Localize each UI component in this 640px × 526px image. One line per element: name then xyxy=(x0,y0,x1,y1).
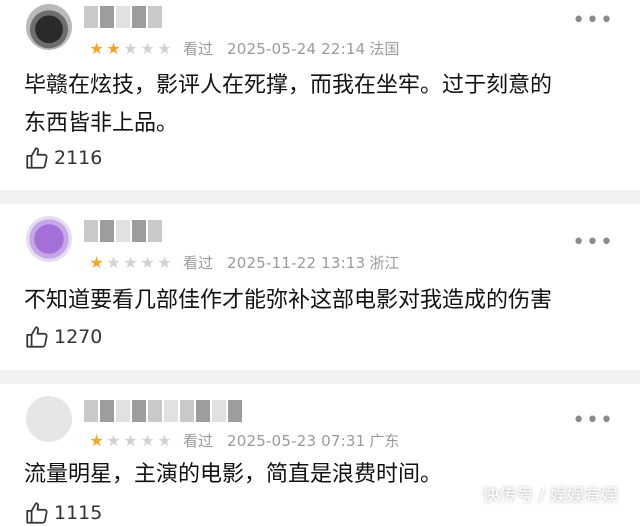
comment-text: 不知道要看几部佳作才能弥补这部电影对我造成的伤害 xyxy=(24,282,624,320)
star-icon: ★ xyxy=(157,38,172,58)
rating-stars: ★ ★ ★ ★ ★ xyxy=(88,252,173,272)
avatar[interactable] xyxy=(26,4,72,50)
comment-location: 广东 xyxy=(369,432,400,450)
more-dots-icon[interactable]: ••• xyxy=(572,230,614,255)
star-icon: ★ xyxy=(89,430,104,450)
star-icon: ★ xyxy=(106,430,121,450)
watched-label: 看过 xyxy=(183,40,214,58)
star-icon: ★ xyxy=(89,38,104,58)
star-icon: ★ xyxy=(89,252,104,272)
comment-location: 浙江 xyxy=(369,254,400,272)
comment-location: 法国 xyxy=(369,40,400,58)
username-blurred[interactable] xyxy=(84,6,164,28)
divider xyxy=(0,370,640,384)
comment-text-line: 不知道要看几部佳作才能弥补这部电影对我造成的伤害 xyxy=(24,288,553,313)
like-count: 1115 xyxy=(54,502,103,524)
rating-stars: ★ ★ ★ ★ ★ xyxy=(88,430,173,450)
comment-text-line: 东西皆非上品。 xyxy=(24,111,179,136)
comment-meta: ★ ★ ★ ★ ★ 看过 2025-05-24 22:14 法国 xyxy=(88,38,399,59)
watched-label: 看过 xyxy=(183,432,214,450)
star-icon: ★ xyxy=(157,430,172,450)
comment-date: 2025-05-23 07:31 xyxy=(227,431,366,450)
like-count: 1270 xyxy=(54,326,103,348)
thumbs-up-icon xyxy=(26,147,48,169)
comment-text-line: 毕赣在炫技，影评人在死撑，而我在坐牢。过于刻意的 xyxy=(24,73,553,98)
star-icon: ★ xyxy=(157,252,172,272)
star-icon: ★ xyxy=(123,430,138,450)
more-dots-icon[interactable]: ••• xyxy=(572,408,614,433)
star-icon: ★ xyxy=(140,38,155,58)
comment-card-2: ••• ★ ★ ★ ★ ★ 看过 2025-11-22 13:13 浙江 不知道要看几部… xyxy=(0,204,640,370)
watched-label: 看过 xyxy=(183,254,214,272)
star-icon: ★ xyxy=(106,38,121,58)
like-button[interactable]: 2116 xyxy=(24,145,102,171)
watermark: 快传号 / 娱娱有娱 xyxy=(482,486,618,506)
star-icon: ★ xyxy=(106,252,121,272)
rating-stars: ★ ★ ★ ★ ★ xyxy=(88,38,173,58)
comment-text: 毕赣在炫技，影评人在死撑，而我在坐牢。过于刻意的 东西皆非上品。 xyxy=(24,67,624,143)
comment-meta: ★ ★ ★ ★ ★ 看过 2025-05-23 07:31 广东 xyxy=(88,430,399,451)
comment-date: 2025-05-24 22:14 xyxy=(227,39,366,58)
divider xyxy=(0,190,640,204)
more-dots-icon[interactable]: ••• xyxy=(572,8,614,33)
avatar[interactable] xyxy=(26,396,72,442)
like-button[interactable]: 1270 xyxy=(24,324,102,350)
thumbs-up-icon xyxy=(26,326,48,348)
star-icon: ★ xyxy=(140,252,155,272)
star-icon: ★ xyxy=(123,252,138,272)
comment-date: 2025-11-22 13:13 xyxy=(227,253,366,272)
like-count: 2116 xyxy=(54,147,103,169)
avatar[interactable] xyxy=(26,216,72,262)
star-icon: ★ xyxy=(140,430,155,450)
username-blurred[interactable] xyxy=(84,220,164,242)
comment-meta: ★ ★ ★ ★ ★ 看过 2025-11-22 13:13 浙江 xyxy=(88,252,399,273)
star-icon: ★ xyxy=(123,38,138,58)
like-button[interactable]: 1115 xyxy=(24,500,102,526)
thumbs-up-icon xyxy=(26,502,48,524)
username-blurred[interactable] xyxy=(84,400,244,422)
comment-card-1: ••• ★ ★ ★ ★ ★ 看过 2025-05-24 22:14 法国 毕赣在炫技，影… xyxy=(0,0,640,190)
